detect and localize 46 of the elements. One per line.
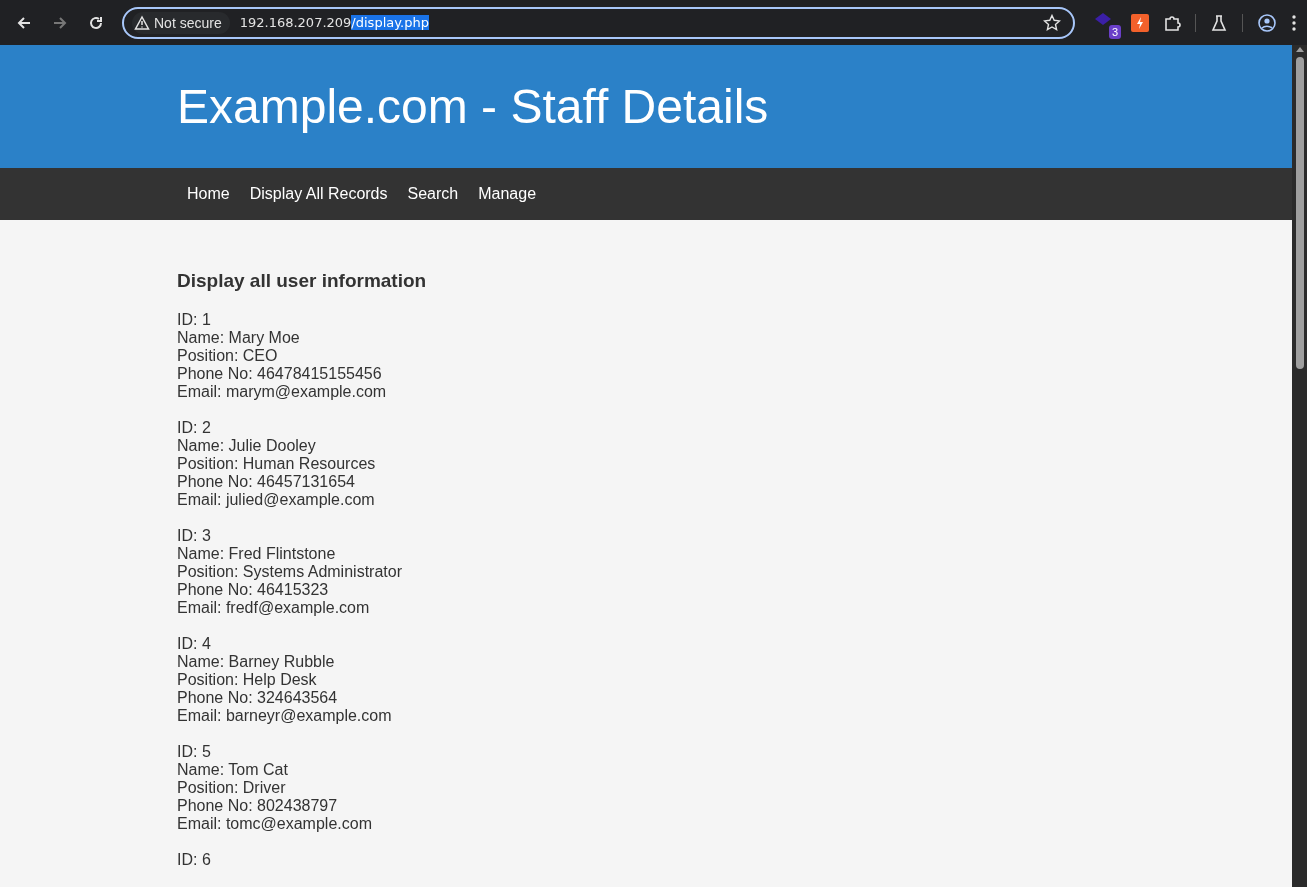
warning-icon	[134, 14, 150, 31]
reload-icon[interactable]	[88, 14, 104, 31]
site-title: Example.com - Staff Details	[177, 78, 769, 134]
record-line: Email: fredf@example.com	[177, 599, 371, 617]
record-line: Phone No: 46415323	[177, 581, 330, 599]
record-line: Phone No: 46478415155456	[177, 365, 383, 383]
record-line: ID: 1	[177, 311, 212, 329]
star-icon[interactable]	[1043, 13, 1061, 32]
record-line: Phone No: 324643564	[177, 689, 339, 707]
record-line: ID: 6	[177, 851, 212, 869]
lightning-icon[interactable]	[1131, 13, 1149, 32]
puzzle-icon[interactable]	[1163, 13, 1181, 32]
record-line: Email: julied@example.com	[177, 491, 376, 509]
record-line: Name: Tom Cat	[177, 761, 289, 779]
record-line: ID: 3	[177, 527, 212, 545]
scroll-thumb[interactable]	[1295, 57, 1304, 369]
nav-link[interactable]: Search	[397, 184, 469, 203]
record-line: ID: 2	[177, 419, 212, 437]
back-arrow-icon[interactable]	[16, 14, 32, 31]
record-line: Position: CEO	[177, 347, 279, 365]
forward-arrow-icon[interactable]	[52, 14, 68, 31]
record-line: ID: 4	[177, 635, 212, 653]
record-line: ID: 5	[177, 743, 212, 761]
nav-link[interactable]: Display All Records	[239, 184, 398, 203]
record-line: Position: Human Resources	[177, 455, 377, 473]
record-line: Position: Driver	[177, 779, 287, 797]
record-line: Name: Mary Moe	[177, 329, 301, 347]
record-line: Phone No: 802438797	[177, 797, 339, 815]
scrollbar[interactable]	[1292, 45, 1307, 887]
record-line: Name: Barney Rubble	[177, 653, 336, 671]
profile-icon[interactable]	[1257, 12, 1277, 33]
record-line: Position: Systems Administrator	[177, 563, 403, 581]
record-line: Email: marym@example.com	[177, 383, 388, 401]
record-line: Name: Fred Flintstone	[177, 545, 337, 563]
record-line: Phone No: 46457131654	[177, 473, 356, 491]
record-line: Position: Help Desk	[177, 671, 318, 689]
nav-link[interactable]: Home	[177, 184, 240, 203]
nav-link[interactable]: Manage	[468, 184, 547, 203]
url-path[interactable]: /display.php	[351, 14, 429, 30]
record-line: Name: Julie Dooley	[177, 437, 317, 455]
menu-icon[interactable]	[1291, 13, 1297, 32]
section-heading: Display all user information	[177, 270, 428, 292]
record-line: Email: tomc@example.com	[177, 815, 373, 833]
record-line: Email: barneyr@example.com	[177, 707, 393, 725]
extension-badge: 3	[1108, 24, 1121, 39]
flask-icon[interactable]	[1210, 13, 1228, 32]
